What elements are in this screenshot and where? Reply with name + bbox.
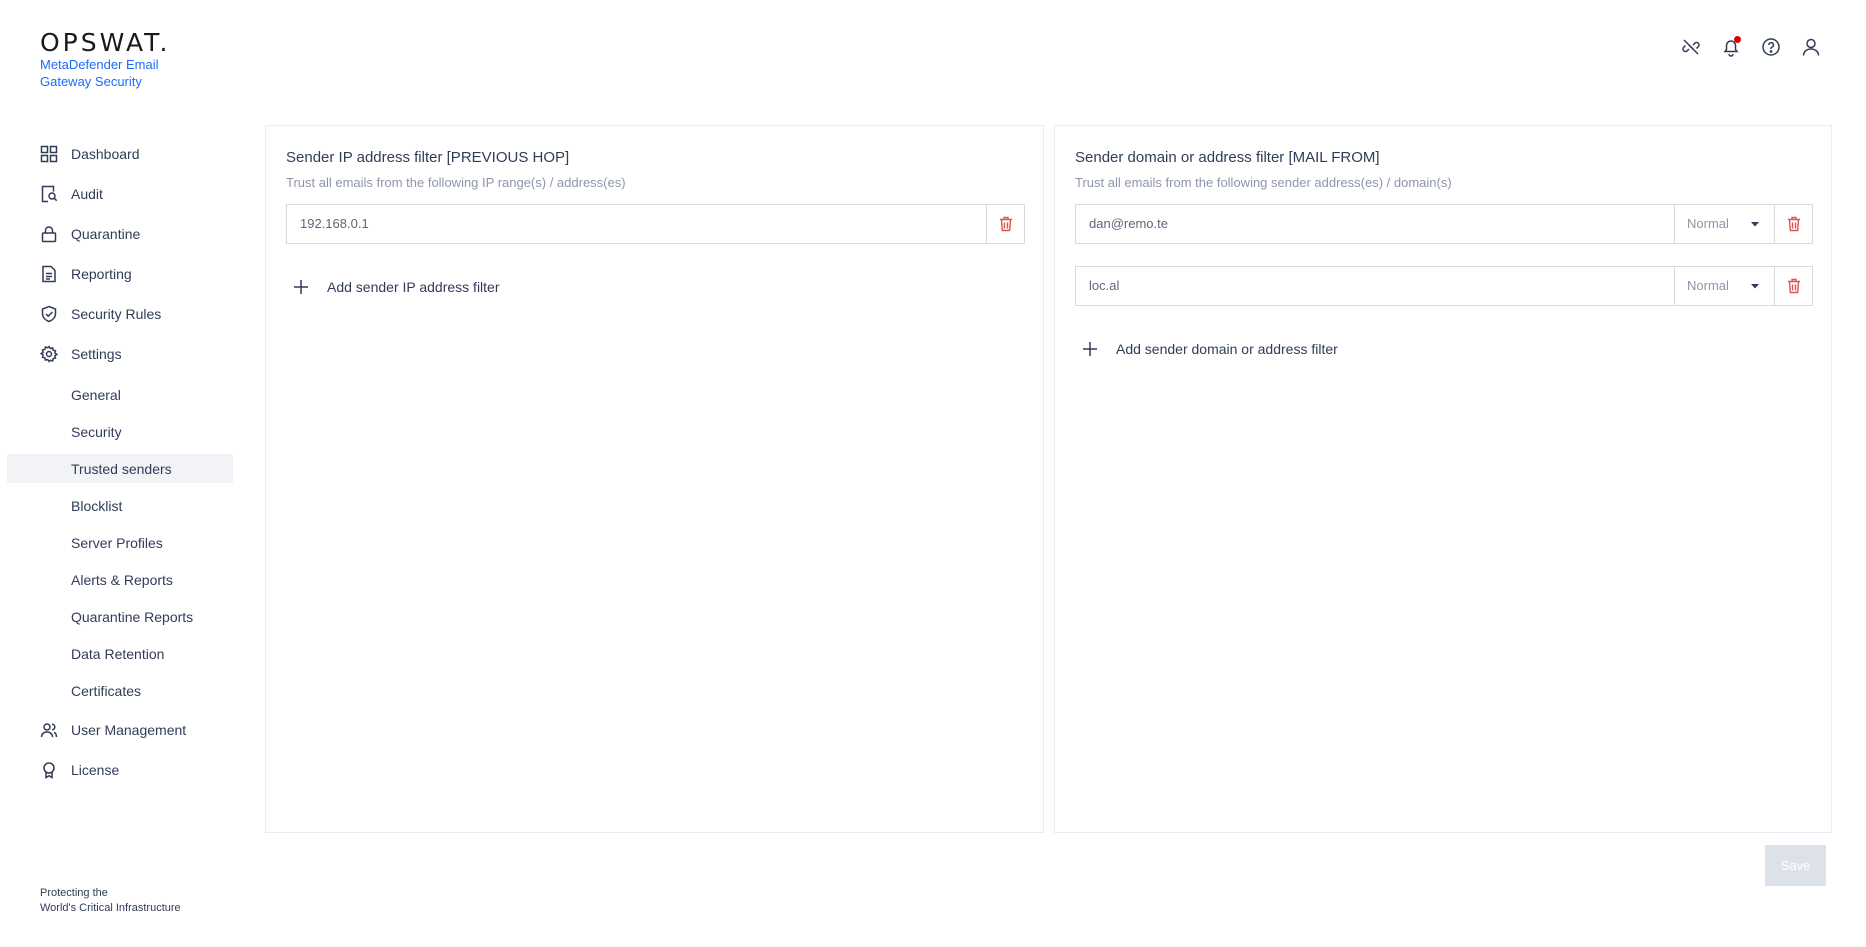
- help-button[interactable]: [1760, 36, 1782, 58]
- sub-item-label: General: [71, 387, 121, 403]
- shield-check-icon: [41, 305, 57, 323]
- trash-icon: [1788, 216, 1800, 232]
- delete-button[interactable]: [1774, 267, 1812, 305]
- mode-value: Normal: [1687, 216, 1729, 231]
- nav-item-quarantine[interactable]: Quarantine: [0, 220, 240, 248]
- ip-address-input[interactable]: [287, 205, 986, 243]
- domain-address-input[interactable]: [1076, 205, 1674, 243]
- nav-label: Settings: [71, 346, 122, 362]
- sub-item-quarantine-reports[interactable]: Quarantine Reports: [7, 602, 233, 631]
- nav-item-reporting[interactable]: Reporting: [0, 260, 240, 288]
- panel-title: Sender IP address filter [PREVIOUS HOP]: [286, 149, 570, 166]
- caret-down-icon: [1751, 284, 1759, 289]
- sub-item-general[interactable]: General: [7, 380, 233, 409]
- nav-item-dashboard[interactable]: Dashboard: [0, 140, 240, 168]
- nav-item-settings[interactable]: Settings: [0, 340, 240, 368]
- lock-icon: [41, 226, 57, 243]
- panel-subtitle: Trust all emails from the following send…: [1075, 175, 1452, 190]
- add-label: Add sender IP address filter: [327, 279, 500, 295]
- plus-icon: [294, 280, 308, 294]
- plus-icon: [1083, 342, 1097, 356]
- sub-item-label: Quarantine Reports: [71, 609, 194, 625]
- notification-dot: [1734, 36, 1741, 43]
- panel-title: Sender domain or address filter [MAIL FR…: [1075, 149, 1380, 166]
- sub-item-label: Data Retention: [71, 646, 165, 662]
- header-actions: [1680, 36, 1822, 58]
- product-name: MetaDefender Email Gateway Security: [40, 57, 159, 89]
- ip-filter-row: [286, 204, 1025, 244]
- add-label: Add sender domain or address filter: [1116, 341, 1338, 357]
- mode-value: Normal: [1687, 278, 1729, 293]
- trash-icon: [1000, 216, 1012, 232]
- delete-button[interactable]: [1774, 205, 1812, 243]
- mode-dropdown[interactable]: Normal: [1674, 267, 1774, 305]
- audit-icon: [41, 185, 58, 203]
- sidebar: OPSWAT. MetaDefender Email Gateway Secur…: [0, 0, 240, 947]
- nav-item-license[interactable]: License: [0, 756, 240, 784]
- footer-line-1: Protecting the: [40, 887, 108, 899]
- nav-label: Reporting: [71, 266, 132, 282]
- nav-label: License: [71, 762, 120, 778]
- notifications-button[interactable]: [1720, 36, 1742, 58]
- ip-filter-panel: Sender IP address filter [PREVIOUS HOP] …: [265, 125, 1044, 833]
- sub-item-label: Security: [71, 424, 122, 440]
- badge-icon: [43, 762, 55, 779]
- sub-item-label: Server Profiles: [71, 535, 163, 551]
- footer-line-2: World's Critical Infrastructure: [40, 902, 181, 914]
- domain-filter-row: Normal: [1075, 204, 1813, 244]
- user-menu-button[interactable]: [1800, 36, 1822, 58]
- nav-label: Quarantine: [71, 226, 141, 242]
- nav-label: User Management: [71, 722, 187, 738]
- sub-item-trusted-senders[interactable]: Trusted senders: [7, 454, 233, 483]
- sub-item-label: Blocklist: [71, 498, 123, 514]
- sub-item-blocklist[interactable]: Blocklist: [7, 491, 233, 520]
- sub-item-label: Trusted senders: [71, 461, 172, 477]
- opswat-logo[interactable]: OPSWAT.: [40, 28, 170, 57]
- nav-label: Dashboard: [71, 146, 140, 162]
- sub-item-data-retention[interactable]: Data Retention: [7, 639, 233, 668]
- mode-dropdown[interactable]: Normal: [1674, 205, 1774, 243]
- domain-filter-row: Normal: [1075, 266, 1813, 306]
- footer-tagline: Protecting the World's Critical Infrastr…: [40, 886, 181, 916]
- sub-item-alerts-reports[interactable]: Alerts & Reports: [7, 565, 233, 594]
- sub-item-label: Alerts & Reports: [71, 572, 173, 588]
- nav-label: Security Rules: [71, 306, 162, 322]
- nav-item-user-management[interactable]: User Management: [0, 716, 240, 744]
- domain-filter-panel: Sender domain or address filter [MAIL FR…: [1054, 125, 1832, 833]
- sub-item-certificates[interactable]: Certificates: [7, 676, 233, 705]
- unlink-icon: [1682, 39, 1700, 55]
- panel-subtitle: Trust all emails from the following IP r…: [286, 175, 626, 190]
- dashboard-icon: [40, 145, 58, 163]
- caret-down-icon: [1751, 222, 1759, 227]
- sub-item-server-profiles[interactable]: Server Profiles: [7, 528, 233, 557]
- gear-icon: [40, 345, 58, 363]
- nav-item-security-rules[interactable]: Security Rules: [0, 300, 240, 328]
- add-ip-filter-button[interactable]: Add sender IP address filter: [293, 275, 500, 299]
- sub-item-security[interactable]: Security: [7, 417, 233, 446]
- save-button[interactable]: Save: [1765, 845, 1826, 886]
- document-icon: [42, 265, 56, 283]
- nav-item-audit[interactable]: Audit: [0, 180, 240, 208]
- delete-button[interactable]: [986, 205, 1024, 243]
- sub-item-label: Certificates: [71, 683, 142, 699]
- domain-address-input[interactable]: [1076, 267, 1674, 305]
- users-icon: [40, 723, 58, 738]
- user-icon: [1802, 38, 1820, 56]
- help-icon: [1762, 38, 1780, 56]
- nav-label: Audit: [71, 186, 103, 202]
- add-domain-filter-button[interactable]: Add sender domain or address filter: [1082, 337, 1338, 361]
- trash-icon: [1788, 278, 1800, 294]
- unlink-button[interactable]: [1680, 36, 1702, 58]
